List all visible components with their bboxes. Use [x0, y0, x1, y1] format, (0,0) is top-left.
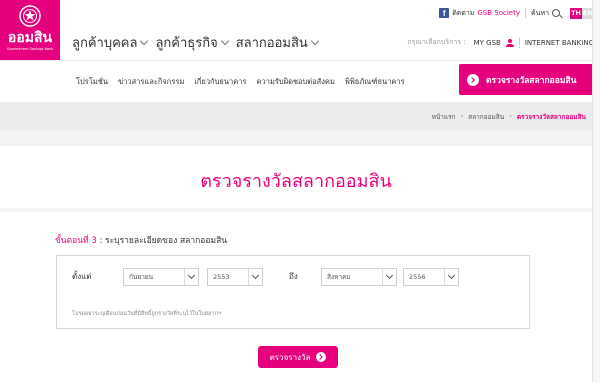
to-year-value: 2556 [409, 273, 426, 281]
mygsb-link[interactable]: MY GSB [474, 39, 501, 47]
subnav-about[interactable]: เกี่ยวกับธนาคาร [194, 76, 246, 88]
site-header: ออมสิน Government Savings Bank f ติดตาม … [0, 0, 600, 60]
step-number: ขั้นตอนที่ 3 [55, 236, 97, 246]
check-lottery-button[interactable]: ตรวจรางวัลสลากออมสิน [459, 64, 594, 95]
subnav-csr[interactable]: ความรับผิดชอบต่อสังคม [257, 76, 335, 88]
nav-business[interactable]: ลูกค้าธุรกิจ [155, 32, 229, 53]
arrow-right-icon [316, 352, 327, 362]
to-year-select[interactable]: 2556 [403, 268, 459, 286]
user-icon[interactable] [505, 38, 514, 47]
gsb-society-link[interactable]: GSB Society [477, 9, 520, 17]
nav-lottery-label: สลากออมสิน [235, 36, 308, 51]
lang-th-button[interactable]: TH [570, 7, 582, 19]
check-prize-label: ตรวจรางวัล [269, 352, 311, 362]
check-lottery-label: ตรวจรางวัลสลากออมสิน [486, 75, 577, 86]
arrow-right-icon [467, 73, 479, 86]
chevron-down-icon [220, 36, 229, 45]
to-month-select[interactable]: สิงหาคม [321, 268, 397, 286]
facebook-icon[interactable]: f [439, 8, 450, 18]
emblem-icon [19, 5, 41, 27]
nav-personal-label: ลูกค้าบุคคล [72, 36, 138, 51]
date-note: โปรดอย่าระบุเดือนก่อนวันที่มีสิทธิ์ถูกรา… [72, 311, 221, 317]
brand-tagline: Government Savings Bank [6, 47, 54, 51]
follow-label[interactable]: ติดตาม [452, 8, 474, 19]
internet-banking-link[interactable]: INTERNET BANKING [525, 39, 594, 47]
to-label: ถึง [289, 272, 298, 281]
page-title: ตรวจรางวัลสลากออมสิน [200, 171, 392, 192]
step-text: : ระบุรายละเอียดของ สลากออมสิน [99, 236, 228, 246]
nav-lottery[interactable]: สลากออมสิน [235, 32, 320, 53]
main-nav: ลูกค้าบุคคล ลูกค้าธุรกิจ สลากออมสิน [72, 32, 326, 53]
scrollbar[interactable] [592, 0, 600, 382]
services-bar: กรุณาเลือกบริการ : MY GSB INTERNET BANKI… [407, 37, 594, 48]
subnav-museum[interactable]: พิพิธภัณฑ์ธนาคาร [345, 76, 405, 88]
from-year-select[interactable]: 2553 [207, 268, 263, 286]
divider [524, 8, 526, 18]
breadcrumb-bar: หน้าแรก › สลากออมสิน › ตรวจรางวัลสลากออม… [0, 102, 600, 130]
brand-name: ออมสิน [7, 30, 53, 46]
title-panel: ตรวจรางวัลสลากออมสิน [0, 146, 592, 208]
form-panel: ขั้นตอนที่ 3 : ระบุรายละเอียดของ สลากออม… [0, 212, 592, 382]
breadcrumb-current: ตรวจรางวัลสลากออมสิน [516, 113, 586, 121]
gsb-logo[interactable]: ออมสิน Government Savings Bank [0, 0, 60, 60]
date-range-box: ตั้งแต่ กันยายน 2553 ถึง สิงหาคม 2556 โป… [56, 255, 530, 329]
divider [518, 37, 520, 48]
top-utility-bar: f ติดตาม GSB Society ค้นหา TH EN [439, 6, 594, 20]
services-label: กรุณาเลือกบริการ : [407, 38, 466, 46]
subnav-news[interactable]: ข่าวสารและกิจกรรม [118, 76, 184, 88]
search-label[interactable]: ค้นหา [531, 8, 549, 19]
from-year-value: 2553 [213, 273, 230, 281]
chevron-down-icon [248, 269, 262, 285]
chevron-down-icon [310, 36, 320, 45]
check-prize-button[interactable]: ตรวจรางวัล [258, 346, 338, 368]
chevron-down-icon [444, 269, 458, 285]
subnav-promotions[interactable]: โปรโมชั่น [76, 76, 108, 88]
chevron-right-icon: › [460, 112, 464, 120]
from-month-value: กันยายน [129, 273, 154, 281]
chevron-down-icon [382, 269, 396, 285]
from-month-select[interactable]: กันยายน [123, 268, 199, 286]
nav-business-label: ลูกค้าธุรกิจ [155, 36, 218, 51]
from-label: ตั้งแต่ [72, 272, 92, 281]
breadcrumb-home[interactable]: หน้าแรก [432, 112, 456, 122]
breadcrumb-lottery[interactable]: สลากออมสิน [468, 112, 504, 122]
chevron-down-icon [140, 36, 149, 45]
chevron-down-icon [184, 269, 198, 285]
search-icon[interactable] [552, 9, 560, 17]
step-indicator: ขั้นตอนที่ 3 : ระบุรายละเอียดของ สลากออม… [55, 233, 227, 247]
nav-personal[interactable]: ลูกค้าบุคคล [72, 32, 149, 53]
sub-nav-links: โปรโมชั่น ข่าวสารและกิจกรรม เกี่ยวกับธนา… [76, 76, 415, 88]
chevron-right-icon: › [509, 112, 512, 120]
breadcrumb: หน้าแรก › สลากออมสิน › ตรวจรางวัลสลากออม… [432, 112, 586, 122]
to-month-value: สิงหาคม [327, 273, 351, 281]
language-switch: TH EN [570, 7, 594, 19]
